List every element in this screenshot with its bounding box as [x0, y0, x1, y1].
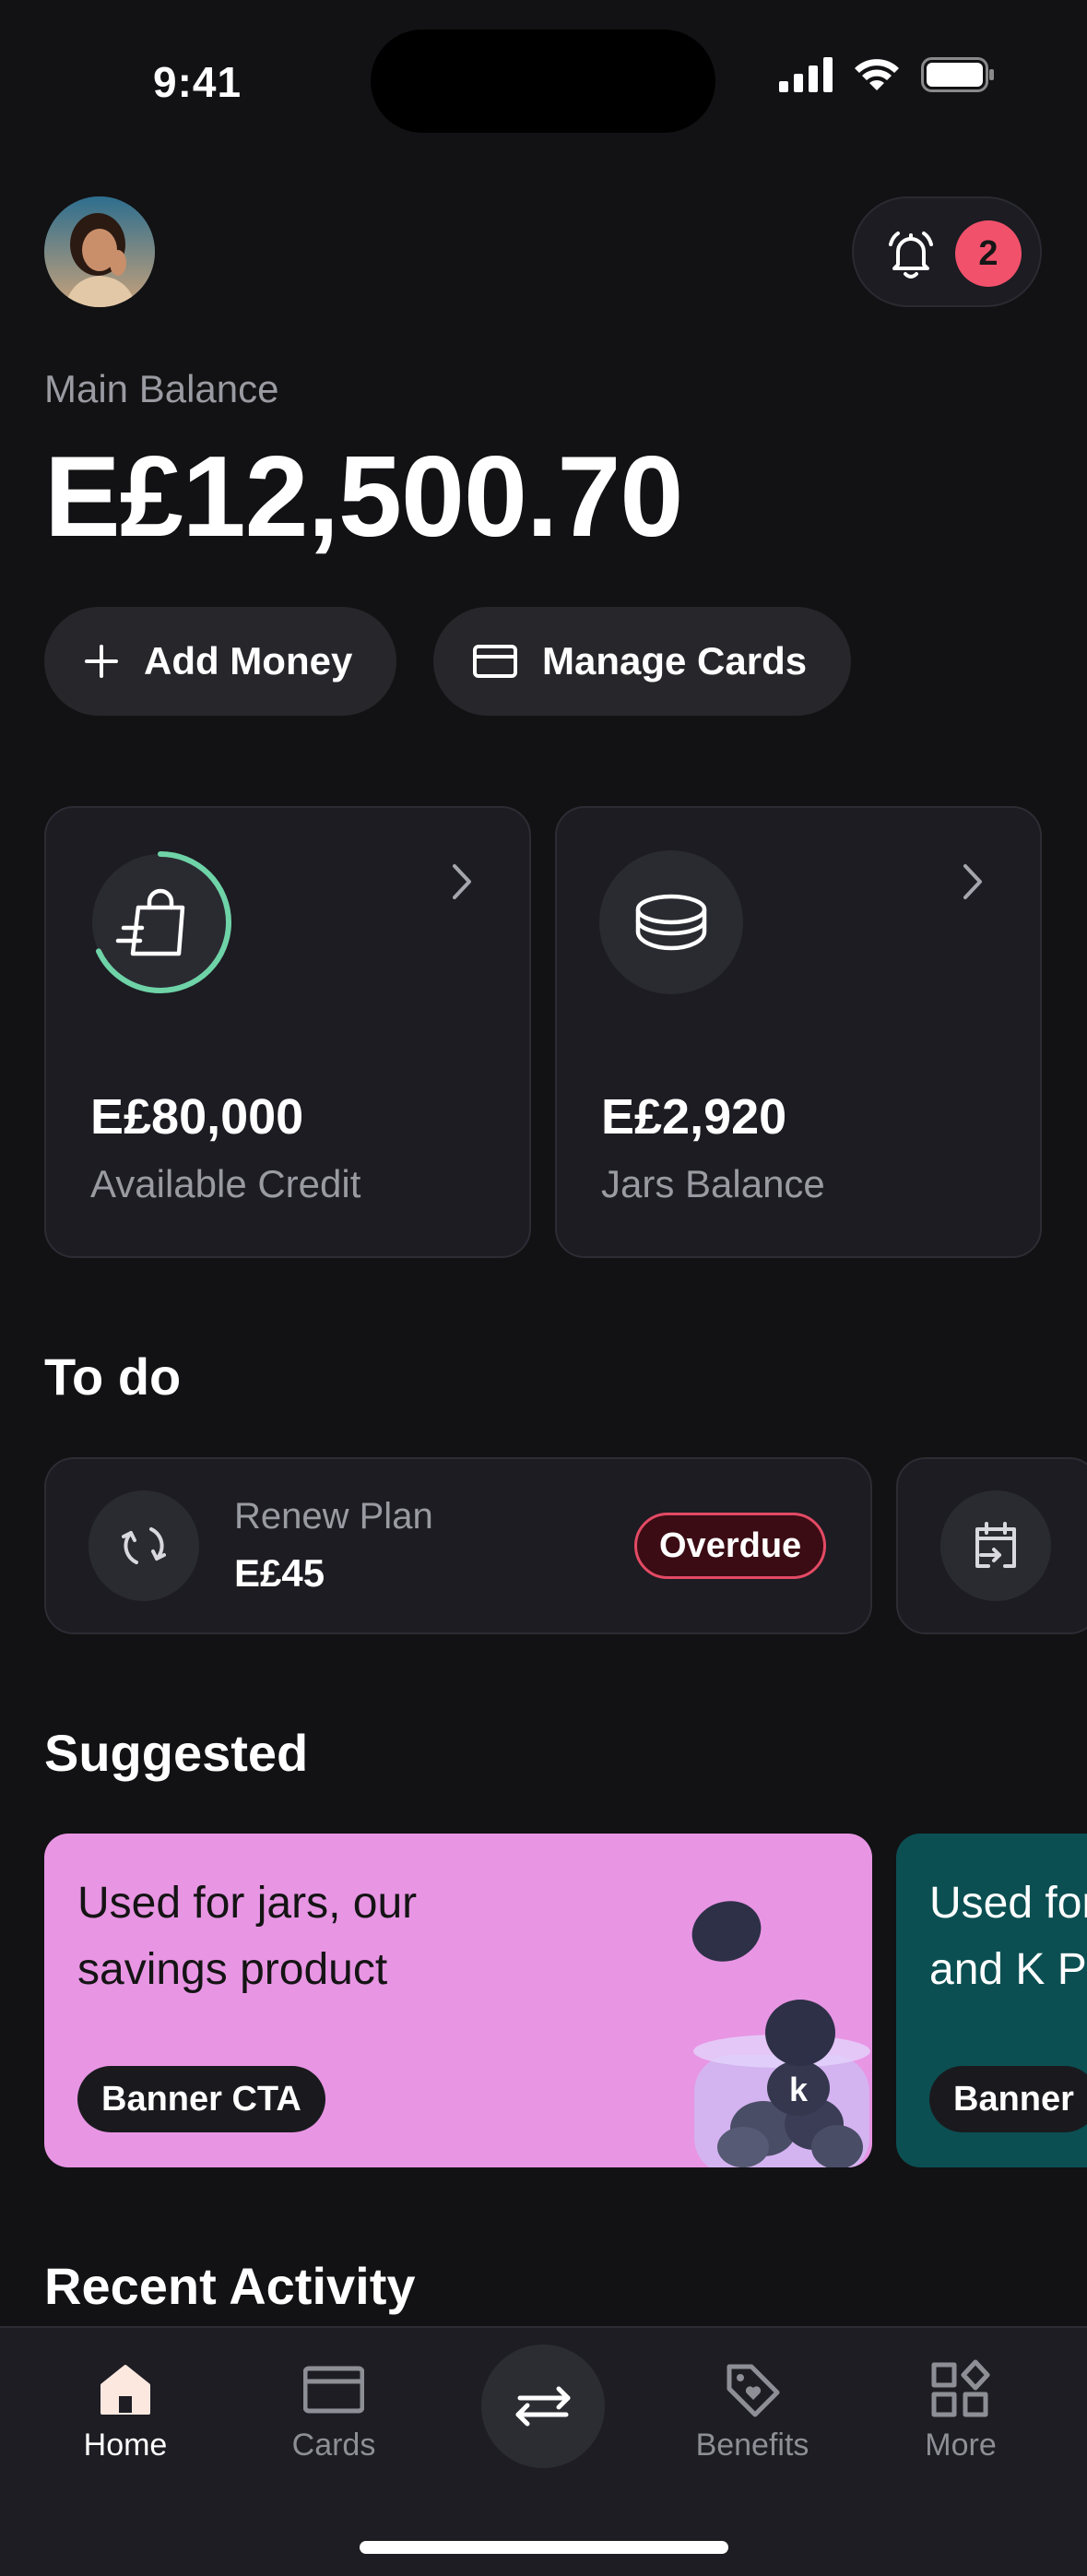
status-time: 9:41	[153, 58, 242, 106]
tab-cards[interactable]: Cards	[251, 2359, 417, 2463]
suggested-banner-second[interactable]: Used for and K P Banner	[896, 1834, 1087, 2167]
avatar-photo	[44, 196, 155, 307]
chevron-right-icon	[453, 864, 471, 899]
status-icons	[779, 57, 995, 92]
credit-progress-ring	[89, 850, 232, 994]
tab-more-label: More	[925, 2428, 997, 2463]
notification-badge: 2	[955, 220, 1022, 287]
wifi-icon	[855, 59, 899, 90]
todo-item-next[interactable]	[896, 1457, 1087, 1634]
tag-heart-icon	[727, 2364, 780, 2417]
home-indicator	[360, 2541, 728, 2554]
todo-item-renew-plan[interactable]: Renew Plan E£45 Overdue	[44, 1457, 872, 1634]
card-icon	[473, 645, 517, 678]
tab-home-label: Home	[83, 2428, 168, 2463]
banner-text: Used for jars, our savings product	[77, 1879, 418, 1994]
recent-activity-title: Recent Activity	[44, 2257, 416, 2315]
jar-coins-illustration: k	[691, 1901, 870, 2167]
todo-label: Renew Plan	[234, 1496, 433, 1537]
jars-amount: E£2,920	[601, 1089, 787, 1145]
balance-label: Main Balance	[44, 367, 279, 410]
svg-text:k: k	[789, 2071, 809, 2108]
banner-cta-button[interactable]: Banner	[929, 2066, 1087, 2132]
add-money-label: Add Money	[144, 639, 353, 683]
notifications-button[interactable]: 2	[852, 196, 1042, 307]
chevron-right-icon	[963, 864, 982, 899]
plus-icon	[85, 645, 118, 678]
card-icon	[303, 2366, 364, 2414]
tab-bar: Home Cards Benefits More	[0, 2326, 1087, 2576]
tab-benefits-label: Benefits	[695, 2428, 809, 2463]
todo-title: To do	[44, 1347, 182, 1406]
tab-benefits[interactable]: Benefits	[669, 2359, 835, 2463]
banner-cta-button[interactable]: Banner CTA	[77, 2066, 325, 2132]
suggested-title: Suggested	[44, 1724, 309, 1782]
tab-more[interactable]: More	[878, 2359, 1044, 2463]
refresh-icon	[122, 1527, 166, 1564]
available-credit-card[interactable]: E£80,000 Available Credit	[44, 806, 531, 1258]
grid-more-icon	[931, 2359, 990, 2417]
calendar-transfer-icon	[975, 1522, 1016, 1568]
balance-value: E£12,500.70	[44, 433, 683, 561]
tab-cards-label: Cards	[291, 2428, 376, 2463]
add-money-button[interactable]: Add Money	[44, 607, 397, 716]
credit-amount: E£80,000	[90, 1089, 304, 1145]
transfer-button[interactable]	[481, 2345, 605, 2468]
swap-arrows-icon	[515, 2386, 571, 2427]
banner-text: Used for and K P	[929, 1879, 1087, 1994]
dynamic-island	[371, 30, 715, 133]
jar-icon-circle	[599, 850, 743, 994]
calendar-icon-circle	[940, 1490, 1051, 1601]
bell-icon	[889, 231, 933, 279]
battery-icon	[921, 57, 994, 92]
status-bar: 9:41	[0, 0, 1087, 166]
cellular-signal-icon	[779, 57, 833, 92]
renew-icon-circle	[89, 1490, 199, 1601]
home-icon	[100, 2365, 150, 2415]
todo-amount: E£45	[234, 1551, 325, 1595]
manage-cards-label: Manage Cards	[542, 639, 808, 683]
jars-balance-card[interactable]: E£2,920 Jars Balance	[555, 806, 1042, 1258]
manage-cards-button[interactable]: Manage Cards	[433, 607, 852, 716]
credit-label: Available Credit	[90, 1162, 361, 1205]
avatar[interactable]	[44, 196, 155, 307]
overdue-badge: Overdue	[634, 1513, 827, 1579]
jar-icon	[635, 894, 707, 951]
tab-home[interactable]: Home	[42, 2359, 208, 2463]
suggested-banner-jars[interactable]: k Used for jars, our savings product Ban…	[44, 1834, 872, 2167]
jars-label: Jars Balance	[601, 1162, 825, 1205]
